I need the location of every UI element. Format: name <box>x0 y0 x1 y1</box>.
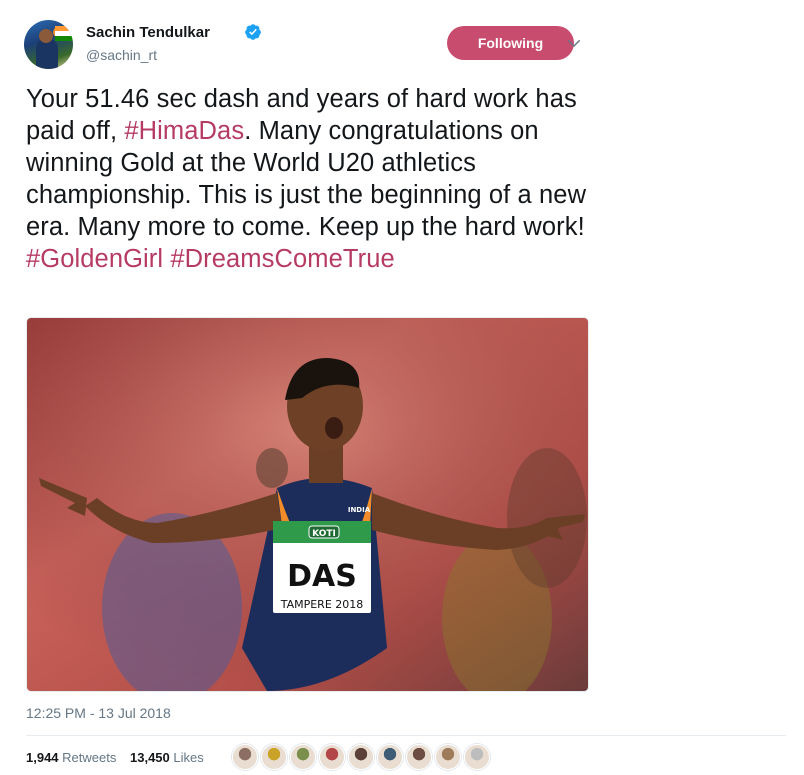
liker-avatar[interactable] <box>232 744 258 770</box>
kit-text: INDIA <box>348 506 371 514</box>
retweets-count: 1,944 <box>26 750 59 765</box>
verified-badge-icon <box>245 24 261 40</box>
tweet-text: Your 51.46 sec dash and years of hard wo… <box>26 83 606 275</box>
retweets-label: Retweets <box>62 750 117 765</box>
hashtag-link[interactable]: #DreamsComeTrue <box>170 245 394 273</box>
hashtag-link[interactable]: #GoldenGirl <box>26 245 163 273</box>
liker-avatar[interactable] <box>406 744 432 770</box>
liker-avatar[interactable] <box>261 744 287 770</box>
likes-stat[interactable]: 13,450 Likes <box>130 750 204 765</box>
author-handle[interactable]: @sachin_rt <box>86 47 157 63</box>
tweet-stats: 1,944 Retweets 13,450 Likes <box>26 750 214 765</box>
author-avatar[interactable] <box>24 20 73 69</box>
likes-label: Likes <box>173 750 204 765</box>
bib-sponsor: KOTI <box>312 529 336 539</box>
chevron-down-icon[interactable] <box>565 34 583 52</box>
divider <box>26 735 786 736</box>
retweets-stat[interactable]: 1,944 Retweets <box>26 750 116 765</box>
likes-count: 13,450 <box>130 750 170 765</box>
tweet-timestamp[interactable]: 12:25 PM - 13 Jul 2018 <box>26 705 171 721</box>
tweet-header: Sachin Tendulkar @sachin_rt Following <box>24 20 784 72</box>
liker-avatar[interactable] <box>435 744 461 770</box>
following-button[interactable]: Following <box>447 26 574 60</box>
liker-avatar[interactable] <box>348 744 374 770</box>
bib-event: TAMPERE 2018 <box>280 598 364 611</box>
hashtag-link[interactable]: #HimaDas <box>124 117 244 145</box>
liker-avatar[interactable] <box>290 744 316 770</box>
liker-avatar[interactable] <box>464 744 490 770</box>
liker-avatar[interactable] <box>377 744 403 770</box>
author-name[interactable]: Sachin Tendulkar <box>86 24 210 41</box>
tweet-photo[interactable]: KOTI DAS TAMPERE 2018 INDIA <box>26 317 589 692</box>
bib-name: DAS <box>287 559 357 594</box>
liker-avatars <box>232 744 493 772</box>
liker-avatar[interactable] <box>319 744 345 770</box>
